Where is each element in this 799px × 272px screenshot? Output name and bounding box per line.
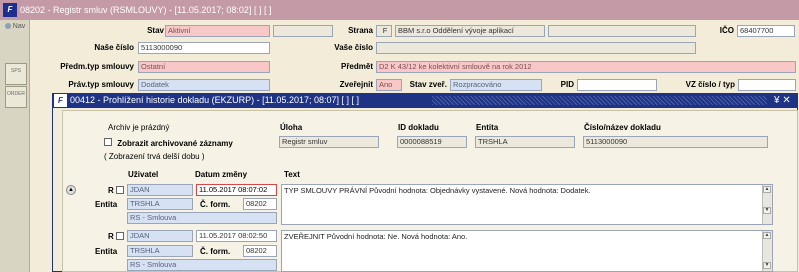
vase-cislo-label: Vaše číslo [334, 43, 373, 52]
record-cform-label: Č. form. [200, 200, 231, 209]
strana-label: Strana [348, 26, 373, 35]
stav-label: Stav [147, 26, 164, 35]
entita-label: Entita [476, 123, 499, 132]
sps-button[interactable]: SPS [5, 63, 27, 85]
left-toolbar [0, 20, 30, 272]
record-date-field[interactable]: 11.05.2017 08:07:02 [196, 184, 277, 196]
record-r-label: R [108, 186, 114, 195]
stav-zver-label: Stav zveř. [409, 80, 447, 89]
cislo-label: Číslo/název dokladu [584, 123, 661, 132]
record-entita-field[interactable]: TRSHLA [127, 245, 193, 257]
record-cform-field[interactable]: 08202 [243, 245, 277, 257]
nase-cislo-field[interactable]: 5113000090 [138, 42, 270, 54]
show-archived-label: Zobrazit archivované záznamy [117, 139, 233, 148]
uloha-field[interactable]: Registr smluv [279, 136, 379, 148]
show-archived-row[interactable]: Zobrazit archivované záznamy [104, 138, 233, 148]
ico-field[interactable]: 68407700 [737, 25, 795, 37]
record-r-checkbox[interactable] [116, 186, 124, 194]
app-logo-icon: F [3, 3, 17, 17]
scroll-up-icon[interactable]: ▲ [66, 185, 76, 195]
predm-typ-field[interactable]: Ostatní [138, 61, 270, 73]
sps-label: SPS [10, 68, 21, 74]
record-module-field[interactable]: RS - Smlouva [127, 259, 277, 271]
predmet-label: Předmět [340, 62, 373, 71]
order-button[interactable]: ORDER [5, 86, 27, 108]
nav-label: Nav [12, 23, 26, 30]
order-label: ORDER [6, 91, 26, 97]
record-user-field[interactable]: JDAN [127, 184, 193, 196]
slow-note: ( Zobrazení trvá delší dobu ) [104, 152, 205, 161]
show-archived-checkbox[interactable] [104, 138, 112, 146]
archive-status: Archiv je prázdný [108, 123, 170, 132]
vz-field[interactable] [738, 79, 796, 91]
text-scroll-down-icon[interactable]: ▼ [763, 207, 771, 214]
text-scroll-up-icon[interactable]: ▲ [763, 232, 771, 239]
window-title: 08202 - Registr smluv (RSMLOUVY) - [11.0… [20, 5, 272, 15]
text-scroll-up-icon[interactable]: ▲ [763, 186, 771, 193]
zverejnit-label: Zveřejnit [339, 80, 373, 89]
strana-field[interactable]: BBM s.r.o Oddělení vývoje aplikací [395, 25, 545, 37]
strana-extra-field[interactable] [548, 25, 696, 37]
dialog-logo-icon: F [54, 94, 67, 107]
ico-label: IČO [719, 26, 734, 35]
record-date-field[interactable]: 11.05.2017 08:02:50 [196, 230, 277, 242]
record-text-area[interactable]: ZVEŘEJNIT Původní hodnota: Ne. Nová hodn… [281, 230, 773, 272]
nase-cislo-label: Naše číslo [94, 43, 134, 52]
record-entita-label: Entita [95, 200, 118, 209]
entita-field[interactable]: TRSHLA [475, 136, 575, 148]
record-text-area[interactable]: TYP SMLOUVY PRÁVNÍ Původní hodnota: Obje… [281, 184, 773, 225]
record-cform-field[interactable]: 08202 [243, 198, 277, 210]
dialog-title: 00412 - Prohlížení historie dokladu (EKZ… [70, 95, 359, 105]
stav-extra-field[interactable] [273, 25, 333, 37]
stav-zver-field[interactable]: Rozpracováno [450, 79, 542, 91]
dialog-controls[interactable]: ¥ ✕ [774, 93, 791, 108]
pid-field[interactable] [577, 79, 657, 91]
record-user-field[interactable]: JDAN [127, 230, 193, 242]
id-dokladu-field[interactable]: 0000088519 [397, 136, 467, 148]
col-date-header: Datum změny [195, 170, 248, 179]
pid-label: PID [560, 80, 574, 89]
cislo-field[interactable]: 5113000090 [583, 136, 768, 148]
stav-field[interactable]: Aktivní [165, 25, 270, 37]
record-r-label: R [108, 232, 114, 241]
id-dokladu-label: ID dokladu [398, 123, 439, 132]
window-titlebar: F 08202 - Registr smluv (RSMLOUVY) - [11… [0, 0, 799, 20]
nav-icon [4, 23, 11, 30]
prav-typ-label: Práv.typ smlouvy [68, 80, 134, 89]
dialog-titlebar[interactable]: F 00412 - Prohlížení historie dokladu (E… [52, 93, 798, 108]
record-entita-label: Entita [95, 247, 118, 256]
col-user-header: Uživatel [128, 170, 159, 179]
predm-typ-label: Předm.typ smlouvy [60, 62, 134, 71]
vase-cislo-field[interactable] [376, 42, 696, 54]
record-r-checkbox[interactable] [116, 232, 124, 240]
record-module-field[interactable]: RS - Smlouva [127, 212, 277, 224]
col-text-header: Text [284, 170, 300, 179]
uloha-label: Úloha [280, 123, 303, 132]
strana-code-field[interactable]: F [376, 25, 392, 37]
nav-button[interactable]: Nav [1, 21, 29, 33]
predmet-field[interactable]: D2 K 43/12 ke kolektivní smlouvě na rok … [376, 61, 796, 73]
record-entita-field[interactable]: TRSHLA [127, 198, 193, 210]
zverejnit-field[interactable]: Ano [376, 79, 402, 91]
vz-label: VZ číslo / typ [685, 80, 735, 89]
titlebar-grip [432, 96, 767, 105]
prav-typ-field[interactable]: Dodatek [138, 79, 270, 91]
text-scroll-down-icon[interactable]: ▼ [763, 262, 771, 269]
record-cform-label: Č. form. [200, 247, 231, 256]
